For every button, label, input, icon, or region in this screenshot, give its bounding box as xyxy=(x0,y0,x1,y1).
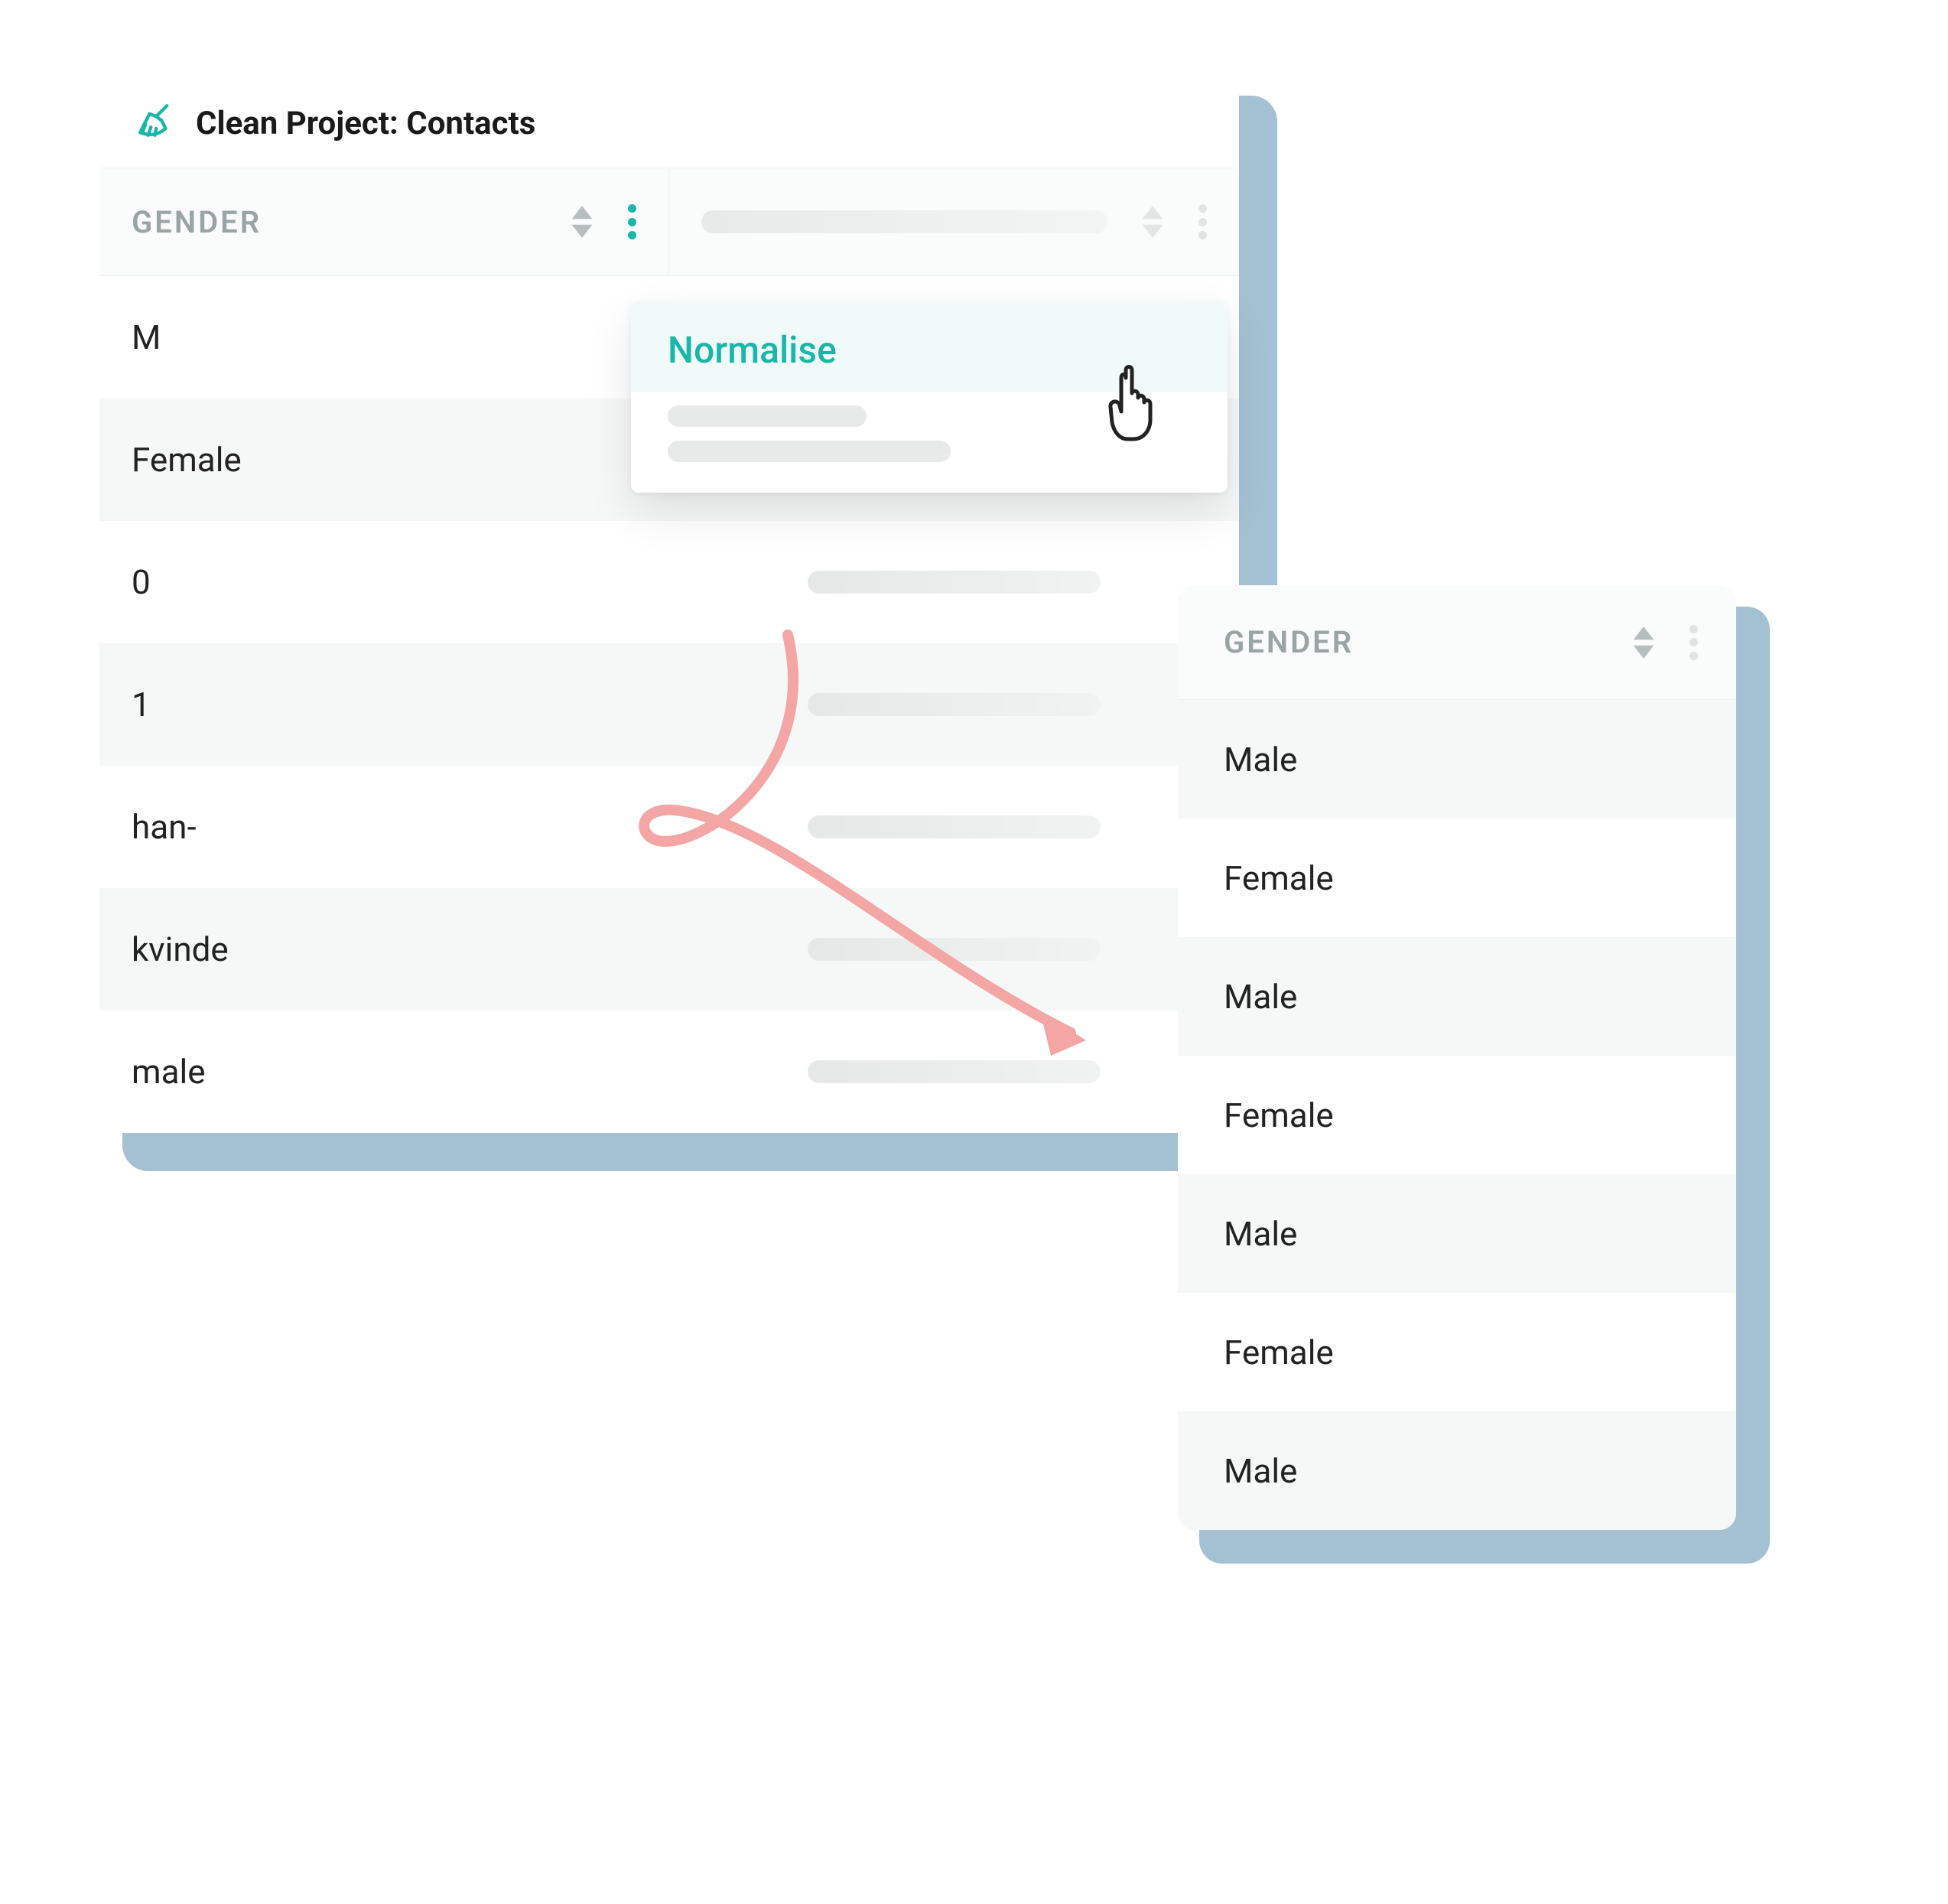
column-header-gender[interactable]: GENDER xyxy=(1178,585,1736,700)
cell-value: male xyxy=(99,1011,669,1133)
column-header-placeholder xyxy=(669,168,1239,275)
cell-value: Male xyxy=(1224,740,1297,780)
table-row: Male xyxy=(1178,1411,1736,1530)
table-row: Female xyxy=(1178,1056,1736,1174)
after-rows: Male Female Male Female Male Female Male xyxy=(1178,700,1736,1530)
sort-icon xyxy=(1138,204,1167,239)
column-menu-icon[interactable] xyxy=(627,204,636,239)
table-row: Male xyxy=(1178,1174,1736,1293)
dropdown-item-label: Normalise xyxy=(668,328,837,372)
table-row: Male xyxy=(1178,700,1736,819)
dropdown-item-placeholder[interactable] xyxy=(668,405,867,427)
sort-icon[interactable] xyxy=(1629,625,1658,660)
table-row: Male xyxy=(1178,937,1736,1056)
cell-placeholder xyxy=(669,888,1239,1011)
after-panel: GENDER Male Female Male Female Male Fema… xyxy=(1178,585,1736,1530)
cell-placeholder xyxy=(669,1011,1239,1133)
column-headers: GENDER xyxy=(99,168,1239,276)
column-header-label: GENDER xyxy=(1224,624,1629,660)
sort-icon[interactable] xyxy=(567,204,597,239)
cell-value: Female xyxy=(1224,1333,1334,1372)
column-header-label: GENDER xyxy=(132,204,567,240)
table-row: 0 xyxy=(99,521,1239,643)
cell-value: Male xyxy=(1224,1451,1297,1491)
column-header-gender[interactable]: GENDER xyxy=(99,168,669,275)
cell-value: kvinde xyxy=(99,888,669,1011)
column-menu-icon xyxy=(1198,204,1207,239)
placeholder-bar xyxy=(701,210,1107,233)
table-row: Female xyxy=(1178,819,1736,937)
table-row: han- xyxy=(99,766,1239,888)
table-row: kvinde xyxy=(99,888,1239,1011)
cell-value: Female xyxy=(99,399,669,521)
cell-value: Female xyxy=(1224,858,1334,898)
table-row: male xyxy=(99,1011,1239,1133)
panel-title-text: Clean Project: Contacts xyxy=(196,105,535,142)
panel-title-bar: Clean Project: Contacts xyxy=(99,73,1239,168)
column-menu-icon[interactable] xyxy=(1689,625,1698,660)
cell-value: 0 xyxy=(99,521,669,643)
broom-icon xyxy=(136,102,179,145)
cell-value: M xyxy=(99,276,669,399)
cell-value: han- xyxy=(99,766,669,888)
cell-value: Female xyxy=(1224,1095,1334,1135)
cell-value: Male xyxy=(1224,977,1297,1017)
cell-value: Male xyxy=(1224,1214,1297,1254)
pointer-cursor-icon xyxy=(1101,360,1170,444)
cell-placeholder xyxy=(669,766,1239,888)
cell-value: 1 xyxy=(99,643,669,766)
dropdown-item-placeholder[interactable] xyxy=(668,441,951,462)
before-panel: Clean Project: Contacts GENDER xyxy=(99,73,1239,1133)
table-row: Female xyxy=(1178,1293,1736,1411)
table-row: 1 xyxy=(99,643,1239,766)
cell-placeholder xyxy=(669,521,1239,643)
cell-placeholder xyxy=(669,643,1239,766)
